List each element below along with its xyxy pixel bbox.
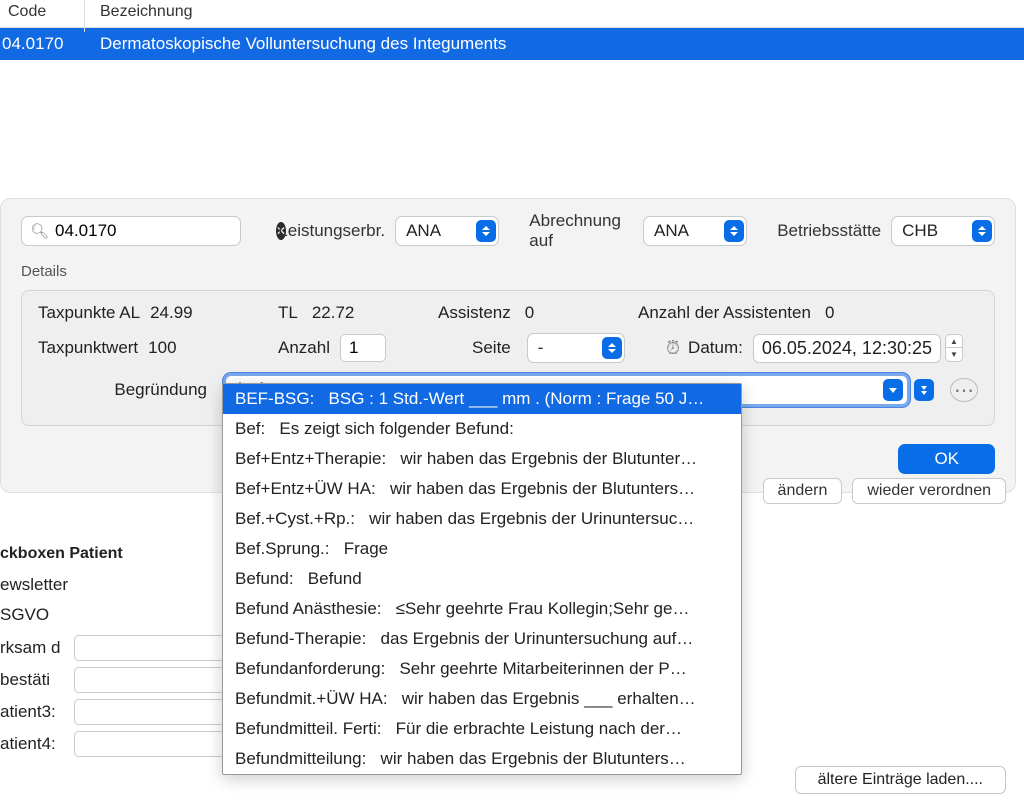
wieder-verordnen-button[interactable]: wieder verordnen (852, 478, 1006, 504)
action-buttons: ändern wieder verordnen (763, 478, 1006, 504)
header-bezeichnung: Bezeichnung (100, 3, 193, 21)
anzahl-assist-label: Anzahl der Assistenten (638, 303, 811, 323)
seite-select[interactable]: - (527, 333, 625, 363)
datum-stepper[interactable]: ▲ ▼ (945, 334, 963, 362)
anzahl-assist-value: 0 (825, 303, 834, 323)
chevron-down-icon[interactable] (883, 379, 903, 401)
patient4-label: atient4: (0, 734, 74, 754)
selected-service-row[interactable]: 04.0170 Dermatoskopische Volluntersuchun… (0, 28, 1024, 60)
more-options-button[interactable]: ⋯ (950, 378, 978, 402)
begruendung-dropdown: BEF-BSG: BSG : 1 Std.-Wert ___ mm . (Nor… (222, 383, 742, 775)
anzahl-label: Anzahl (278, 338, 330, 358)
search-field-wrap[interactable]: 🔍︎ ✕ (21, 216, 241, 246)
selected-description: Dermatoskopische Volluntersuchung des In… (100, 34, 506, 54)
abrechnung-label: Abrechnung auf (529, 211, 633, 251)
taxpunktwert-value: 100 (148, 338, 176, 358)
stepper-up-icon[interactable]: ▲ (946, 335, 962, 348)
abrechnung-select[interactable]: ANA (643, 216, 747, 246)
seite-label: Seite (472, 338, 511, 358)
dropdown-item[interactable]: Befundmit.+ÜW HA: wir haben das Ergebnis… (223, 684, 741, 714)
begruendung-label: Begründung (38, 380, 223, 400)
betriebsstaette-select[interactable]: CHB (891, 216, 995, 246)
expand-icon[interactable] (914, 379, 934, 401)
assistenz-value: 0 (525, 303, 534, 323)
assistenz-label: Assistenz (438, 303, 511, 323)
taxpunkte-al-value: 24.99 (150, 303, 193, 323)
tl-value: 22.72 (312, 303, 355, 323)
load-older-button[interactable]: ältere Einträge laden.... (795, 766, 1006, 794)
chevron-updown-icon (476, 220, 496, 242)
stepper-down-icon[interactable]: ▼ (946, 348, 962, 361)
betriebsstaette-label: Betriebsstätte (777, 221, 881, 241)
leistungserbr-select[interactable]: ANA (395, 216, 499, 246)
dropdown-item[interactable]: Bef.+Cyst.+Rp.: wir haben das Ergebnis d… (223, 504, 741, 534)
dropdown-item[interactable]: BEF-BSG: BSG : 1 Std.-Wert ___ mm . (Nor… (223, 384, 741, 414)
search-input[interactable] (55, 221, 276, 241)
chevron-updown-icon (602, 337, 622, 359)
header-divider (84, 0, 85, 32)
dropdown-item[interactable]: Befund: Befund (223, 564, 741, 594)
dropdown-item[interactable]: Bef+Entz+Therapie: wir haben das Ergebni… (223, 444, 741, 474)
dropdown-item[interactable]: Bef+Entz+ÜW HA: wir haben das Ergebnis d… (223, 474, 741, 504)
ok-button[interactable]: OK (898, 444, 995, 474)
taxpunktwert-label: Taxpunktwert (38, 338, 138, 358)
dropdown-item[interactable]: Befundmitteil. Ferti: Für die erbrachte … (223, 714, 741, 744)
dropdown-item[interactable]: Befund-Therapie: das Ergebnis der Urinun… (223, 624, 741, 654)
dropdown-item[interactable]: Befundmitteilung: wir haben das Ergebnis… (223, 744, 741, 774)
search-icon: 🔍︎ (30, 222, 49, 240)
dropdown-item[interactable]: Befundanforderung: Sehr geehrte Mitarbei… (223, 654, 741, 684)
selected-code: 04.0170 (0, 34, 100, 54)
details-group-label: Details (21, 263, 995, 280)
chevron-updown-icon (724, 220, 744, 242)
leistungserbr-label: Leistungserbr. (278, 221, 385, 241)
header-code: Code (0, 3, 100, 21)
patient3-label: atient3: (0, 702, 74, 722)
wirksam-label: rksam d (0, 638, 74, 658)
dropdown-item[interactable]: Bef.Sprung.: Frage (223, 534, 741, 564)
table-header: Code Bezeichnung (0, 0, 1024, 28)
panel-top-row: 🔍︎ ✕ Leistungserbr. ANA Abrechnung auf A… (21, 211, 995, 251)
dropdown-item[interactable]: Bef: Es zeigt sich folgender Befund: (223, 414, 741, 444)
taxpunkte-al-label: Taxpunkte AL (38, 303, 140, 323)
datum-label: Datum: (688, 338, 743, 358)
tl-label: TL (278, 303, 298, 323)
dropdown-item[interactable]: Befund Anästhesie: ≤Sehr geehrte Frau Ko… (223, 594, 741, 624)
datum-field[interactable]: 06.05.2024, 12:30:25 (753, 334, 941, 363)
chevron-updown-icon (972, 220, 992, 242)
aendern-button[interactable]: ändern (763, 478, 843, 504)
bestaetigt-label: bestäti (0, 670, 74, 690)
clock-icon[interactable]: ⏰︎ (666, 338, 680, 359)
anzahl-input[interactable] (340, 334, 386, 362)
